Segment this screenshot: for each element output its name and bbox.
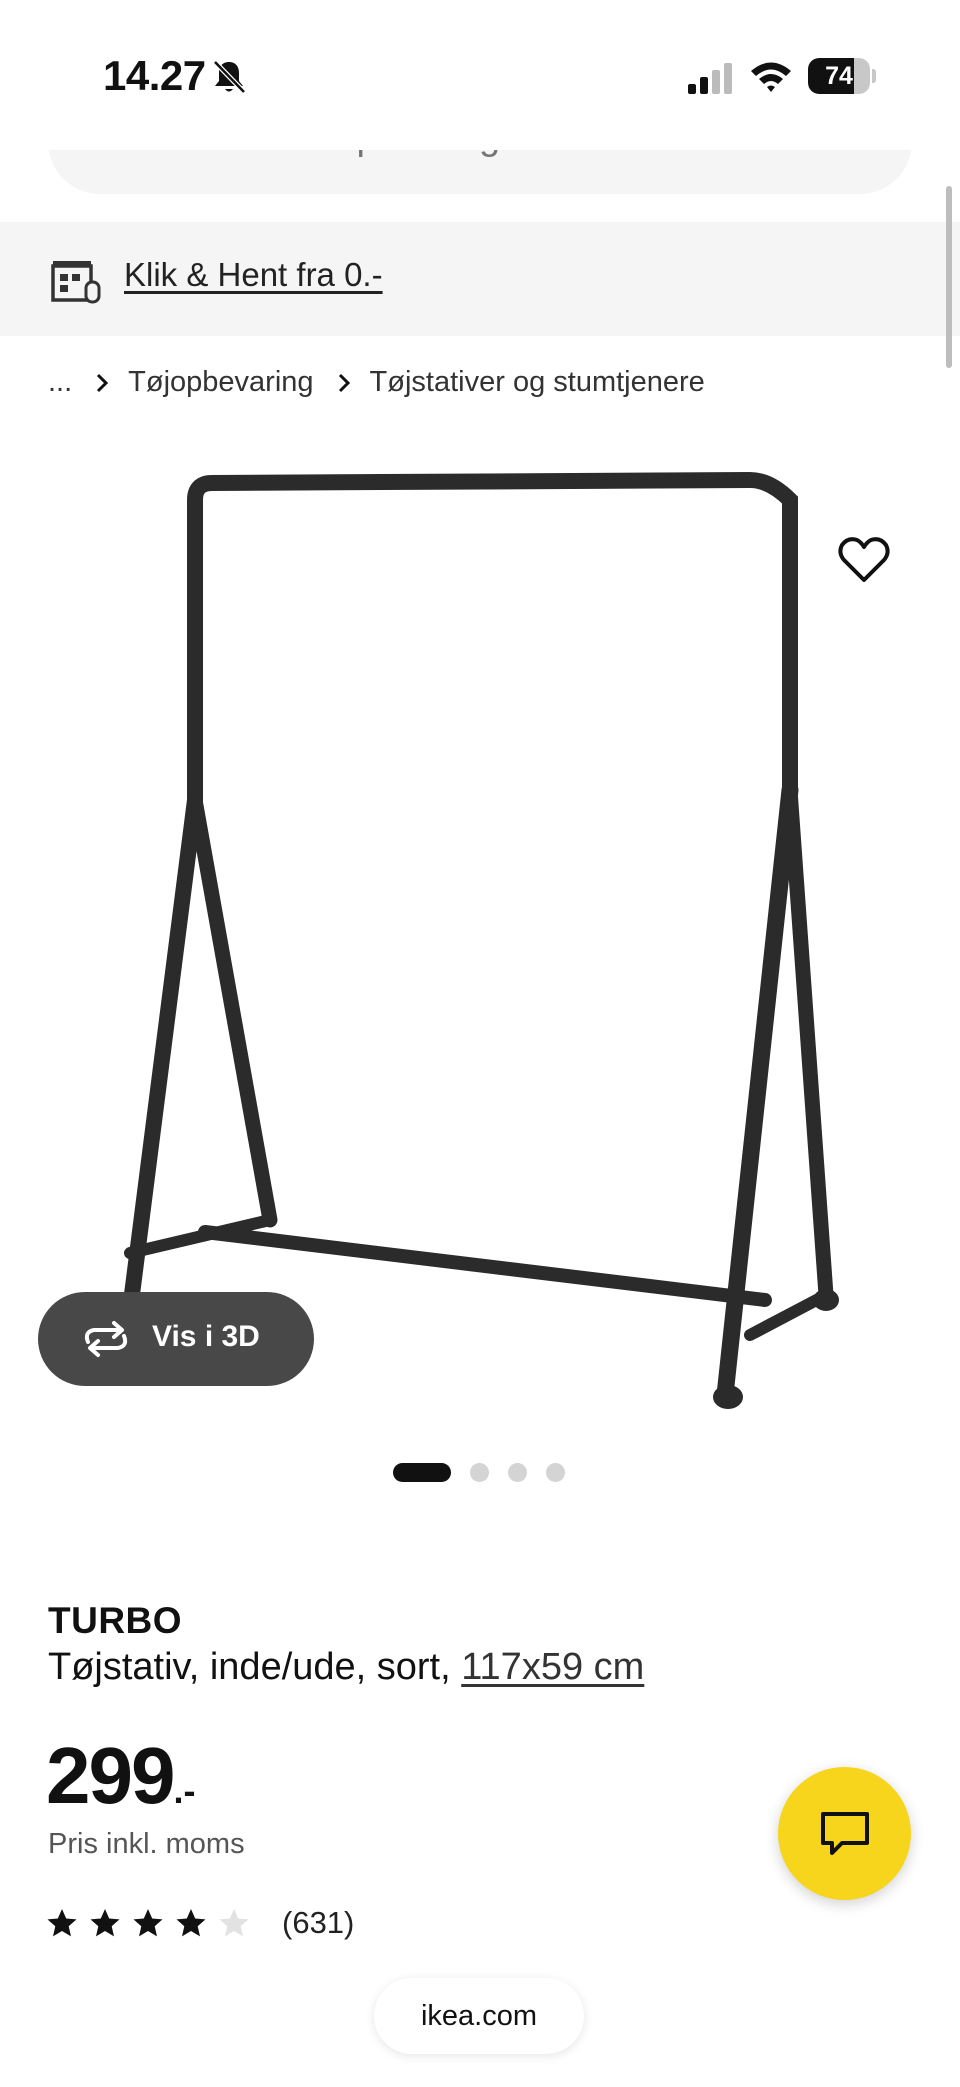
click-collect-banner[interactable]: Klik & Hent fra 0.- (0, 222, 960, 336)
click-collect-link[interactable]: Klik & Hent fra 0.- (124, 256, 383, 294)
breadcrumb-item-clothes-racks[interactable]: Tøjstativer og stumtjenere (370, 366, 705, 399)
chat-button[interactable] (778, 1767, 911, 1900)
view-3d-label: Vis i 3D (152, 1320, 260, 1353)
wifi-icon (751, 62, 791, 92)
review-count: (631) (282, 1905, 355, 1940)
price-value: 299 (46, 1731, 175, 1820)
heart-icon[interactable] (836, 534, 892, 586)
star-icon (133, 1909, 163, 1937)
star-icon (176, 1909, 206, 1937)
star-icon (47, 1909, 77, 1937)
carousel-dot-active[interactable] (393, 1463, 451, 1482)
star-icon (90, 1909, 120, 1937)
view-3d-button[interactable]: Vis i 3D (38, 1292, 314, 1386)
status-bar: 14.27 74 (0, 0, 960, 150)
breadcrumb-item-clothing-storage[interactable]: Tøjopbevaring (128, 366, 313, 399)
product-size-link[interactable]: 117x59 cm (461, 1646, 644, 1688)
product-rating[interactable]: (631) (46, 1905, 354, 1941)
product-price: 299.- (46, 1730, 195, 1822)
carousel-dots (393, 1463, 584, 1482)
carousel-dot[interactable] (508, 1463, 527, 1482)
carousel-dot[interactable] (470, 1463, 489, 1482)
product-name: TURBO (48, 1600, 183, 1641)
carousel-dot[interactable] (546, 1463, 565, 1482)
browser-url-bar[interactable]: ikea.com (374, 1978, 584, 2054)
price-suffix: .- (173, 1770, 196, 1811)
store-icon (51, 261, 101, 304)
battery-icon: 74 (808, 58, 876, 94)
price-note: Pris inkl. moms (48, 1828, 245, 1860)
chevron-right-icon (97, 373, 109, 392)
scrollbar[interactable] (946, 186, 952, 368)
battery-level: 74 (825, 62, 853, 90)
chevron-right-icon (338, 373, 350, 392)
breadcrumb: ... Tøjopbevaring Tøjstativer og stumtje… (48, 366, 705, 399)
bell-slash-icon (213, 60, 246, 94)
star-empty-icon (219, 1909, 249, 1937)
rotate-icon (84, 1321, 128, 1357)
product-description-text: Tøjstativ, inde/ude, sort, (48, 1646, 462, 1688)
product-image[interactable] (100, 470, 860, 1430)
status-time: 14.27 (103, 52, 206, 99)
product-description: Tøjstativ, inde/ude, sort, 117x59 cm (48, 1646, 644, 1689)
breadcrumb-ellipsis[interactable]: ... (48, 366, 72, 399)
chat-icon (821, 1812, 869, 1855)
signal-icon (688, 63, 732, 94)
